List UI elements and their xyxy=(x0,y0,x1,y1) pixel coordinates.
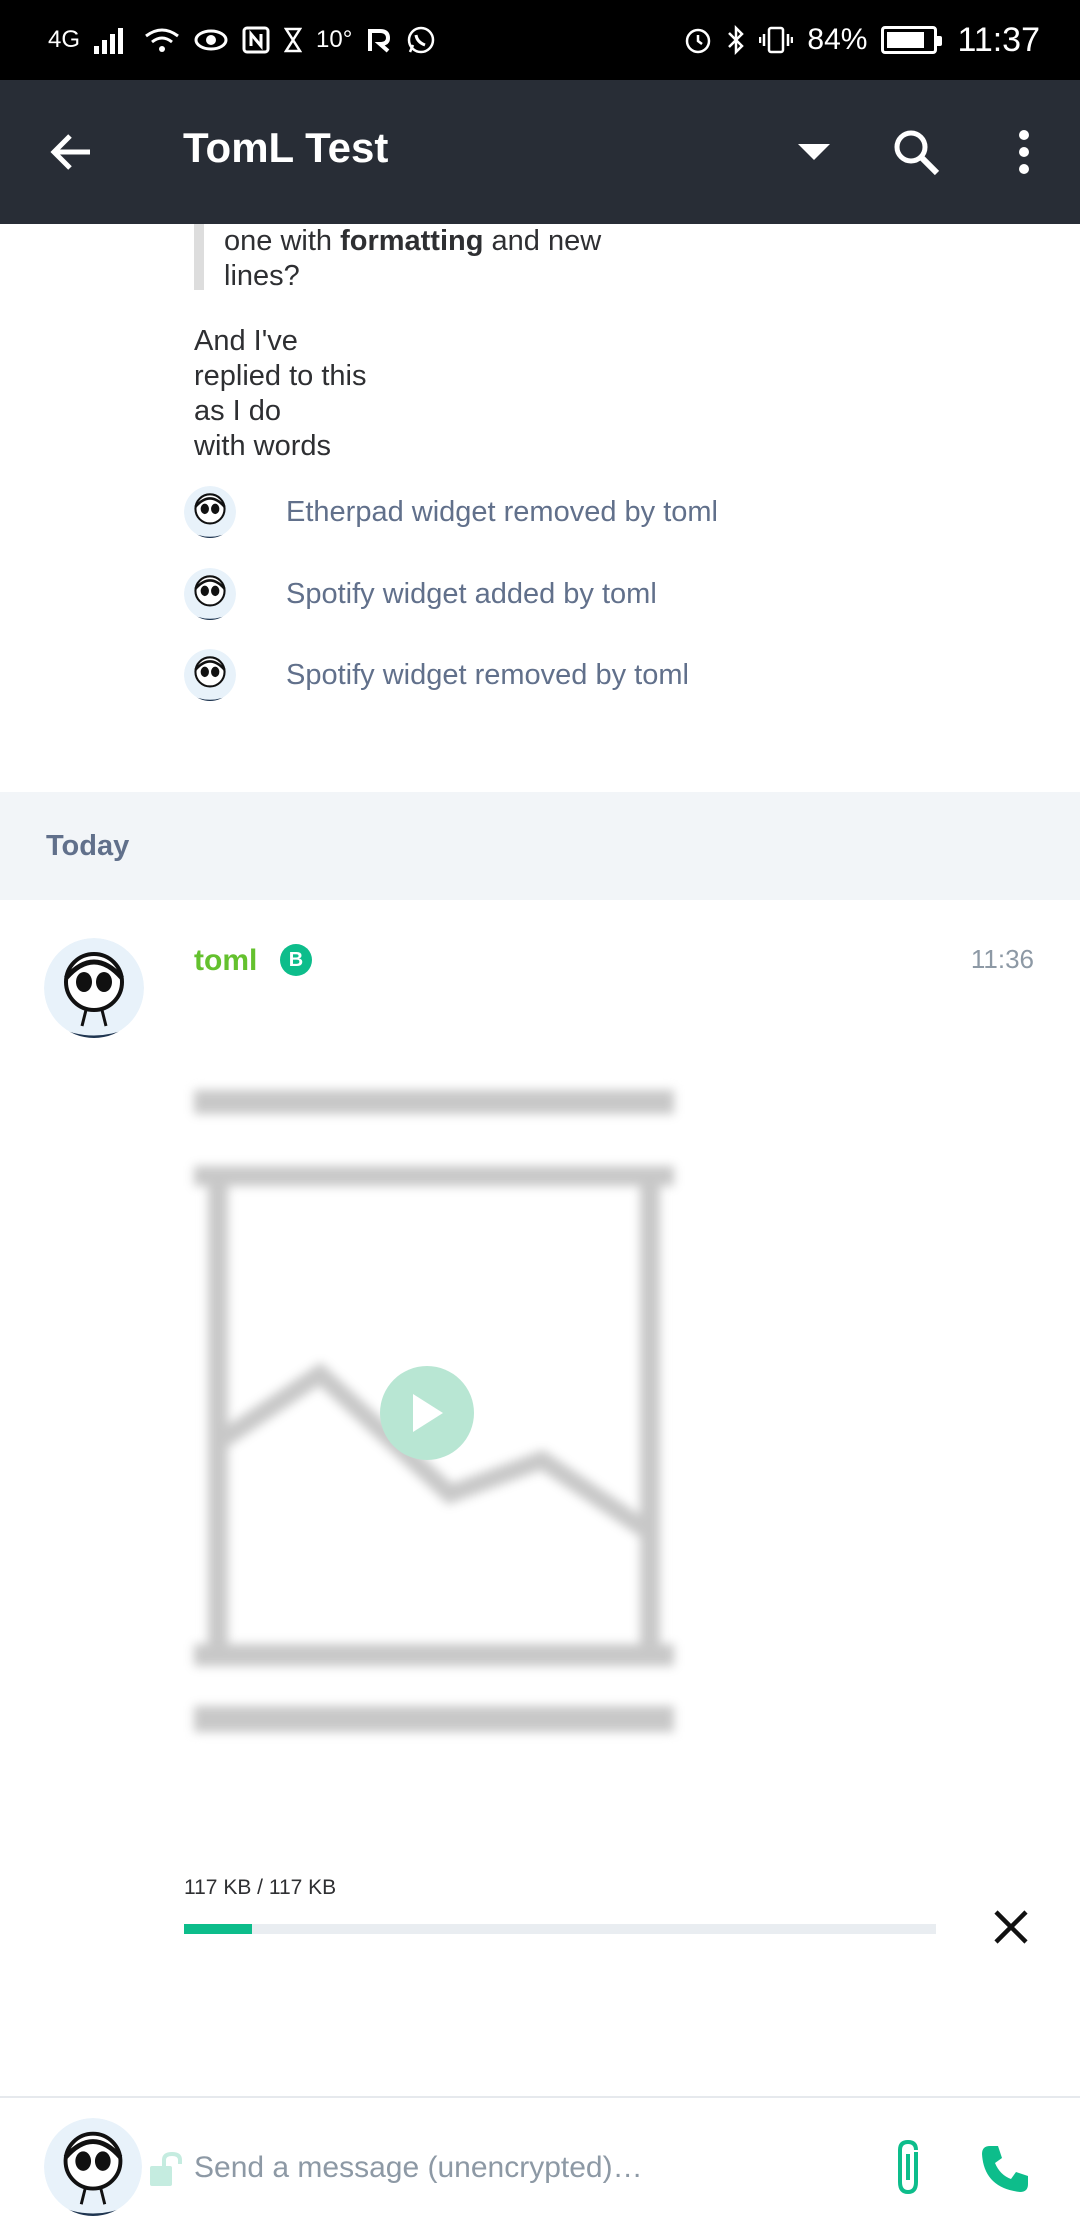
close-icon xyxy=(994,1910,1028,1944)
date-separator: Today xyxy=(0,792,1080,900)
bluetooth-icon xyxy=(727,25,745,55)
status-icons-right: 84% 11:37 xyxy=(683,21,1040,60)
status-icons-left: 4G 10° xyxy=(48,25,436,55)
attach-button[interactable] xyxy=(886,2138,934,2198)
quote-text-prefix: one with xyxy=(224,225,341,257)
wifi-icon xyxy=(144,26,180,54)
reply-message[interactable]: And I've replied to this as I do with wo… xyxy=(194,324,367,464)
unlocked-icon xyxy=(148,2151,182,2193)
message-composer xyxy=(0,2096,1080,2240)
battery-percent: 84% xyxy=(807,23,868,56)
event-text: Spotify widget removed by toml xyxy=(286,658,689,691)
room-title[interactable]: TomL Test xyxy=(183,124,388,172)
search-button[interactable] xyxy=(886,122,946,182)
play-icon xyxy=(413,1394,443,1432)
paperclip-icon xyxy=(898,2139,918,2195)
search-icon xyxy=(894,130,940,176)
quote-bar xyxy=(194,224,204,290)
avatar[interactable] xyxy=(184,486,236,538)
state-event[interactable]: Spotify widget removed by toml xyxy=(184,645,689,705)
upload-progress-bar xyxy=(184,1924,936,1934)
quoted-message: one with formatting and new lines? xyxy=(224,224,724,294)
own-avatar[interactable] xyxy=(44,2118,142,2216)
avatar-icon xyxy=(184,486,236,538)
room-header: TomL Test xyxy=(0,80,1080,224)
phone-icon xyxy=(982,2146,1028,2192)
sender-avatar[interactable] xyxy=(44,938,144,1038)
power-level-badge: B xyxy=(280,944,312,976)
arrow-left-icon xyxy=(50,134,90,170)
avatar-icon xyxy=(44,938,144,1038)
battery-icon xyxy=(881,26,943,54)
network-type: 4G xyxy=(48,26,81,53)
state-event[interactable]: Spotify widget added by toml xyxy=(184,564,657,624)
alarm-icon xyxy=(683,25,713,55)
state-event[interactable]: Etherpad widget removed by toml xyxy=(184,482,718,542)
avatar-icon xyxy=(184,568,236,620)
avatar-icon xyxy=(44,2118,142,2216)
vibrate-icon xyxy=(759,25,794,55)
cancel-upload-button[interactable] xyxy=(992,1908,1030,1951)
event-text: Etherpad widget removed by toml xyxy=(286,495,718,528)
nfc-icon xyxy=(242,26,270,54)
avatar[interactable] xyxy=(184,568,236,620)
status-bar: 4G 10° 84% 11:37 xyxy=(0,0,1080,80)
room-dropdown-button[interactable] xyxy=(784,122,844,182)
message-timestamp: 11:36 xyxy=(970,944,1034,974)
app-notification-icon xyxy=(366,27,392,53)
signal-icon xyxy=(94,26,130,54)
upload-progress-label: 117 KB / 117 KB xyxy=(184,1876,337,1899)
back-button[interactable] xyxy=(46,126,98,178)
hourglass-icon xyxy=(284,27,303,53)
upload-progress-fill xyxy=(184,1924,252,1934)
timeline[interactable]: one with formatting and new lines? And I… xyxy=(0,224,1080,1966)
temperature: 10° xyxy=(316,26,353,53)
message-input[interactable] xyxy=(194,2142,834,2194)
quote-text-bold: formatting xyxy=(340,225,484,257)
eye-icon xyxy=(194,28,228,52)
clock: 11:37 xyxy=(957,20,1040,59)
event-text: Spotify widget added by toml xyxy=(286,577,657,610)
voice-call-button[interactable] xyxy=(978,2142,1032,2196)
overflow-menu-button[interactable] xyxy=(994,122,1054,182)
more-vert-icon xyxy=(1019,130,1029,174)
avatar-icon xyxy=(184,649,236,701)
caret-down-icon xyxy=(798,144,830,160)
whatsapp-icon xyxy=(406,25,436,55)
sender-name[interactable]: toml xyxy=(194,944,257,978)
play-button[interactable] xyxy=(380,1366,474,1460)
avatar[interactable] xyxy=(184,649,236,701)
